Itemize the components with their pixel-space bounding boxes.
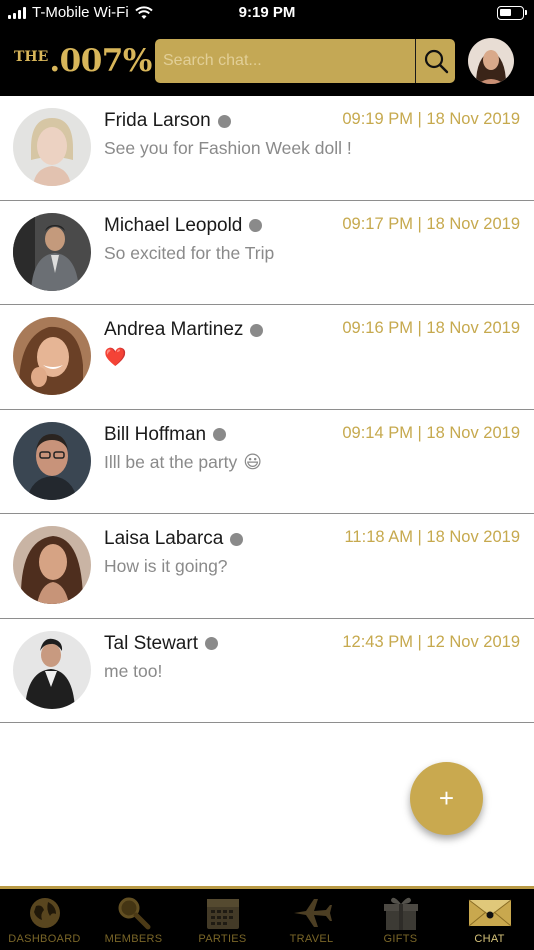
magnifier-icon [118, 897, 150, 930]
status-dot [217, 114, 231, 128]
message-preview: How is it going? [104, 556, 228, 577]
airplane-icon [293, 899, 332, 927]
smile-emoji: 😃 [243, 451, 263, 472]
message-preview: Illl be at the party 😃 [104, 452, 262, 473]
chat-row-michael-leopold[interactable]: Michael Leopold 09:17 PM | 18 Nov 2019 S… [0, 201, 534, 305]
message-timestamp: 09:19 PM | 18 Nov 2019 [342, 110, 520, 128]
contact-name: Michael Leopold [104, 214, 263, 237]
message-preview-text: me too! [104, 660, 163, 681]
message-timestamp: 11:18 AM | 18 Nov 2019 [344, 528, 520, 546]
message-timestamp: 09:17 PM | 18 Nov 2019 [342, 214, 520, 233]
avatar [13, 108, 91, 186]
avatar [13, 421, 91, 500]
message-preview-text: So excited for the Trip [104, 242, 275, 263]
status-dot [213, 428, 227, 441]
status-time: 9:19 PM [238, 4, 296, 21]
bottom-tab-bar: DASHBOARD MEMBERS PARTIES TRAVEL GIFTS C… [0, 886, 534, 950]
battery-icon [497, 6, 527, 20]
logo-number: .007% [49, 43, 152, 79]
chat-row-andrea-martinez[interactable]: Andrea Martinez 09:16 PM | 18 Nov 2019 ❤… [0, 305, 534, 410]
chat-row-bill-hoffman[interactable]: Bill Hoffman 09:14 PM | 18 Nov 2019 Illl… [0, 410, 534, 514]
contact-name: Tal Stewart [104, 633, 218, 655]
heart-emoji: ❤️ [104, 347, 127, 367]
status-dot [204, 637, 218, 650]
message-preview: ❤️ [104, 347, 126, 368]
chat-row-tal-stewart[interactable]: Tal Stewart 12:43 PM | 12 Nov 2019 me to… [0, 619, 534, 723]
tab-travel[interactable]: TRAVEL [267, 889, 356, 950]
status-dot [250, 323, 264, 337]
message-preview-text: How is it going? [104, 556, 228, 576]
tab-gifts[interactable]: GIFTS [356, 889, 445, 950]
calendar-icon [206, 899, 239, 929]
avatar [13, 317, 91, 395]
app-header: THE .007% [0, 28, 534, 96]
chat-row-laisa-labarca[interactable]: Laisa Labarca 11:18 AM | 18 Nov 2019 How… [0, 514, 534, 619]
profile-avatar[interactable] [468, 38, 514, 84]
contact-name: Andrea Martinez [104, 319, 264, 341]
message-preview-text: See you for Fashion Week doll ! [104, 138, 352, 158]
status-dot [249, 219, 263, 232]
contact-name-text: Andrea Martinez [104, 319, 244, 340]
contact-name-text: Laisa Labarca [104, 528, 224, 549]
tab-dashboard[interactable]: DASHBOARD [0, 889, 89, 950]
globe-icon [29, 898, 60, 928]
new-chat-button[interactable]: + [410, 762, 483, 835]
tab-parties[interactable]: PARTIES [178, 889, 267, 950]
avatar [13, 526, 91, 604]
avatar [13, 212, 91, 291]
contact-name-text: Frida Larson [104, 110, 211, 131]
message-preview: me too! [104, 661, 162, 682]
envelope-icon [468, 899, 511, 927]
tab-label: TRAVEL [289, 933, 334, 945]
contact-name-text: Michael Leopold [104, 214, 243, 236]
search-input[interactable] [155, 39, 415, 83]
tab-label: GIFTS [383, 933, 418, 945]
avatar [13, 630, 91, 709]
contact-name-text: Bill Hoffman [104, 423, 207, 445]
logo-the: THE [14, 49, 49, 65]
chat-row-frida-larson[interactable]: Frida Larson 09:19 PM | 18 Nov 2019 See … [0, 96, 534, 201]
tab-label: PARTIES [198, 933, 247, 945]
plus-icon: + [438, 783, 455, 813]
tab-label: MEMBERS [104, 933, 163, 945]
status-bar: T-Mobile Wi-Fi 9:19 PM [0, 0, 534, 28]
app-logo[interactable]: THE .007% [14, 43, 152, 79]
tab-label: DASHBOARD [8, 933, 81, 945]
tab-members[interactable]: MEMBERS [89, 889, 178, 950]
contact-name: Laisa Labarca [104, 528, 244, 550]
contact-name-text: Tal Stewart [104, 632, 198, 654]
tab-label: CHAT [474, 933, 505, 945]
message-preview: See you for Fashion Week doll ! [104, 138, 352, 159]
tab-chat[interactable]: CHAT [445, 889, 534, 950]
search-bar [155, 39, 455, 83]
search-button[interactable] [415, 39, 455, 83]
message-timestamp: 12:43 PM | 12 Nov 2019 [342, 632, 520, 651]
gift-box-icon [383, 897, 418, 930]
search-icon [424, 49, 448, 74]
message-preview: So excited for the Trip [104, 243, 274, 264]
contact-name: Frida Larson [104, 110, 231, 132]
message-preview-text: Illl be at the party [104, 451, 238, 472]
message-timestamp: 09:16 PM | 18 Nov 2019 [342, 319, 520, 337]
status-dot [230, 532, 244, 546]
message-timestamp: 09:14 PM | 18 Nov 2019 [342, 423, 520, 442]
contact-name: Bill Hoffman [104, 423, 227, 446]
chat-list: Frida Larson 09:19 PM | 18 Nov 2019 See … [0, 96, 534, 723]
